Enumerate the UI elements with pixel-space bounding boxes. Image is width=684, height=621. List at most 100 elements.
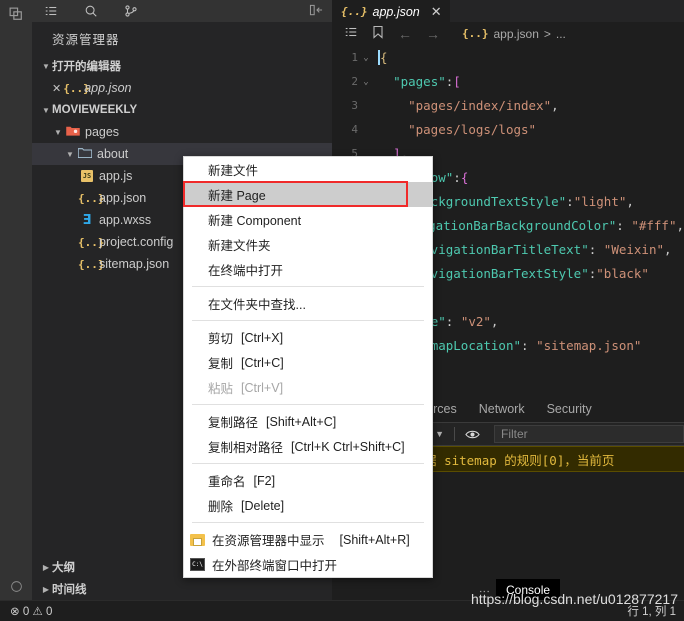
menu-separator bbox=[192, 404, 424, 405]
section-open-editors[interactable]: ▼ 打开的编辑器 bbox=[32, 55, 332, 77]
outline-icon[interactable] bbox=[344, 25, 358, 42]
menu-item-6[interactable]: 在文件夹中查找... bbox=[184, 291, 432, 316]
activity-bar-top bbox=[0, 0, 32, 28]
menu-item-label: 剪切 bbox=[208, 332, 234, 346]
eye-icon[interactable] bbox=[455, 429, 490, 440]
bookmark-icon[interactable] bbox=[372, 25, 384, 42]
collapse-sidebar-icon[interactable] bbox=[309, 4, 324, 20]
line-number: 4 bbox=[351, 123, 358, 136]
context-menu[interactable]: 新建文件新建 Page 新建 Component 新建文件夹在终端中打开在文件夹中查… bbox=[183, 156, 433, 578]
tree-item-pages[interactable]: ▼ pages bbox=[32, 121, 332, 143]
menu-item-label: 在终端中打开 bbox=[208, 264, 284, 278]
project-name-label: MOVIEWEEKLY bbox=[52, 104, 138, 116]
menu-item-label: 复制路径 bbox=[208, 416, 259, 430]
close-icon[interactable]: ✕ bbox=[52, 82, 61, 95]
code-line[interactable]: 1 ⌄ { bbox=[332, 46, 684, 70]
menu-item-label: 新建 Page bbox=[208, 189, 266, 203]
editor-tab-app-json[interactable]: {..} app.json ✕ bbox=[332, 0, 450, 22]
json-icon: {..} bbox=[78, 235, 105, 249]
menu-item-label: 重命名 bbox=[208, 475, 246, 489]
files-icon[interactable] bbox=[0, 0, 32, 28]
account-icon[interactable] bbox=[0, 572, 32, 600]
menu-item-16[interactable]: 删除 [Delete] bbox=[184, 493, 432, 518]
breadcrumb-rest[interactable]: ... bbox=[556, 27, 566, 41]
breadcrumb: ← → {..} app.json > ... bbox=[332, 22, 684, 45]
json-icon: {..} bbox=[341, 5, 368, 18]
menu-separator bbox=[192, 286, 424, 287]
chevron-down-icon: ▼ bbox=[42, 61, 50, 71]
status-problems[interactable]: ⊗ 0 ⚠ 0 bbox=[10, 604, 52, 618]
tab-security[interactable]: Security bbox=[536, 395, 603, 422]
chevron-down-icon: ▼ bbox=[42, 105, 50, 115]
menu-item-9[interactable]: 复制 [Ctrl+C] bbox=[184, 350, 432, 375]
list-icon[interactable] bbox=[44, 4, 58, 18]
fold-chevron-icon[interactable]: ⌄ bbox=[358, 70, 374, 94]
menu-separator bbox=[192, 522, 424, 523]
menu-item-8[interactable]: 剪切 [Ctrl+X] bbox=[184, 325, 432, 350]
code-text: "pages/index/index", bbox=[408, 98, 559, 113]
code-line[interactable]: 2 ⌄ "pages":[ bbox=[332, 70, 684, 94]
menu-item-shortcut: [Ctrl+V] bbox=[241, 380, 284, 395]
open-editor-item-app-json[interactable]: ✕ {..} app.json bbox=[32, 77, 332, 99]
code-line[interactable]: 4 "pages/logs/logs" bbox=[332, 118, 684, 142]
menu-item-label: 在外部终端窗口中打开 bbox=[212, 559, 338, 573]
breadcrumb-separator: > bbox=[543, 26, 551, 41]
menu-item-label: 在文件夹中查找... bbox=[208, 298, 306, 312]
json-icon: {..} bbox=[63, 81, 90, 95]
chevron-down-icon: ▼ bbox=[54, 127, 62, 137]
code-text: "pages":[ bbox=[393, 74, 461, 89]
error-icon: ⊗ bbox=[10, 606, 20, 618]
source-control-icon[interactable] bbox=[124, 4, 138, 18]
close-icon[interactable]: ✕ bbox=[431, 4, 442, 20]
code-line[interactable]: 3 "pages/index/index", bbox=[332, 94, 684, 118]
breadcrumb-icons: ← → bbox=[344, 25, 440, 42]
back-arrow-icon[interactable]: ← bbox=[398, 26, 412, 42]
menu-item-15[interactable]: 重命名 [F2] bbox=[184, 468, 432, 493]
open-editors-label: 打开的编辑器 bbox=[52, 61, 121, 73]
forward-arrow-icon[interactable]: → bbox=[426, 26, 440, 42]
outline-label: 大纲 bbox=[52, 562, 75, 574]
breadcrumb-path[interactable]: {..} app.json > ... bbox=[462, 27, 566, 41]
line-number: 1 bbox=[351, 51, 358, 64]
tree-label-about: about bbox=[97, 147, 129, 161]
menu-item-shortcut: [F2] bbox=[253, 473, 276, 488]
code-text: { bbox=[378, 50, 388, 65]
tree-label-project-config: project.config bbox=[99, 235, 174, 249]
cmd-icon: C:\ bbox=[190, 558, 205, 571]
menu-item-label: 新建文件夹 bbox=[208, 239, 271, 253]
section-timeline[interactable]: ▶ 时间线 bbox=[32, 578, 332, 600]
menu-item-label: 复制 bbox=[208, 357, 234, 371]
menu-separator bbox=[192, 463, 424, 464]
tab-network[interactable]: Network bbox=[468, 395, 536, 422]
menu-item-4[interactable]: 在终端中打开 bbox=[184, 257, 432, 282]
filter-input[interactable]: Filter bbox=[494, 425, 684, 443]
menu-item-label: 新建 Component bbox=[208, 214, 302, 228]
menu-item-1[interactable]: 新建 Page bbox=[184, 182, 432, 207]
menu-item-label: 删除 bbox=[208, 500, 234, 514]
open-editor-label: app.json bbox=[84, 81, 132, 95]
search-icon[interactable] bbox=[84, 4, 98, 18]
menu-item-2[interactable]: 新建 Component bbox=[184, 207, 432, 232]
menu-item-19[interactable]: C:\ 在外部终端窗口中打开 bbox=[184, 552, 432, 577]
fold-chevron-icon[interactable]: ⌄ bbox=[358, 46, 374, 70]
menu-item-3[interactable]: 新建文件夹 bbox=[184, 232, 432, 257]
editor-tabbar: {..} app.json ✕ bbox=[332, 0, 684, 22]
breadcrumb-file[interactable]: app.json bbox=[494, 27, 539, 41]
menu-item-shortcut: [Shift+Alt+R] bbox=[339, 532, 410, 547]
menu-item-0[interactable]: 新建文件 bbox=[184, 157, 432, 182]
menu-item-shortcut: [Delete] bbox=[241, 498, 285, 513]
tree-label-app-js: app.js bbox=[99, 169, 133, 183]
tree-label-sitemap-json: sitemap.json bbox=[99, 257, 170, 271]
section-project-root[interactable]: ▼ MOVIEWEEKLY bbox=[32, 99, 332, 121]
menu-item-13[interactable]: 复制相对路径 [Ctrl+K Ctrl+Shift+C] bbox=[184, 434, 432, 459]
folder-icon bbox=[190, 533, 205, 546]
js-icon: JS bbox=[81, 170, 93, 182]
menu-item-12[interactable]: 复制路径 [Shift+Alt+C] bbox=[184, 409, 432, 434]
warning-count: 0 bbox=[45, 606, 53, 618]
sidebar-title: 资源管理器 bbox=[52, 33, 120, 47]
line-number: 2 bbox=[351, 75, 358, 88]
json-icon: {..} bbox=[78, 257, 105, 271]
editor-tab-label: app.json bbox=[372, 4, 420, 19]
vscode-window: … bbox=[0, 0, 684, 621]
menu-item-18[interactable]: 在资源管理器中显示 [Shift+Alt+R] bbox=[184, 527, 432, 552]
